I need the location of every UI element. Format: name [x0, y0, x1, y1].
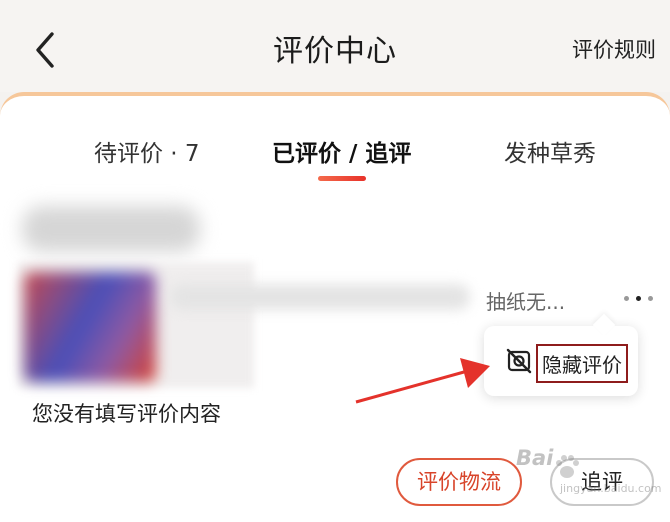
tab-reviewed[interactable]: 已评价 / 追评	[272, 134, 411, 168]
blurred-user-name	[22, 206, 200, 252]
review-content-empty: 您没有填写评价内容	[32, 402, 221, 426]
active-tab-indicator	[318, 176, 366, 181]
blurred-product-text	[170, 284, 470, 310]
follow-up-review-button[interactable]: 追评	[550, 458, 654, 506]
review-logistics-button[interactable]: 评价物流	[396, 458, 522, 506]
hide-eye-slash-icon	[506, 348, 532, 374]
product-thumbnail[interactable]	[24, 272, 156, 382]
hide-review-button[interactable]: 隐藏评价	[536, 344, 628, 383]
more-dots-icon[interactable]	[620, 286, 656, 310]
product-name[interactable]: 抽纸无...	[486, 286, 565, 315]
page-title: 评价中心	[273, 34, 397, 69]
top-bar: 评价中心 评价规则	[0, 0, 670, 92]
tab-post-show[interactable]: 发种草秀	[504, 134, 596, 168]
annotation-arrow	[355, 358, 490, 404]
review-rules-link[interactable]: 评价规则	[572, 34, 656, 64]
tab-pending-review[interactable]: 待评价 · 7	[94, 134, 200, 168]
hide-review-menu[interactable]: 隐藏评价	[484, 326, 638, 396]
